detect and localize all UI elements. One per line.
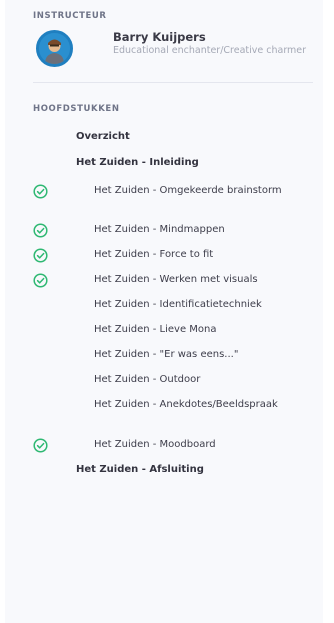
lesson-label: Het Zuiden - Anekdotes/Beeldspraak (94, 399, 278, 410)
check-circle-icon (33, 248, 48, 263)
lesson-label: Het Zuiden - Force to fit (94, 249, 214, 260)
instructor-name: Barry Kuijpers (113, 30, 206, 44)
instructor-avatar (36, 30, 73, 67)
overview-link[interactable]: Overzicht (76, 131, 130, 142)
instructor-role: Educational enchanter/Creative charmer (113, 45, 307, 56)
lesson-label: Het Zuiden - Omgekeerde brainstorm (94, 185, 282, 196)
lesson-label: Het Zuiden - Lieve Mona (94, 324, 217, 335)
person-icon (39, 33, 70, 64)
lesson-label: Het Zuiden - Werken met visuals (94, 274, 258, 285)
check-circle-icon (33, 223, 48, 238)
closing-chapter-link[interactable]: Het Zuiden - Afsluiting (76, 464, 204, 475)
course-sidebar: INSTRUCTEUR Barry Kuijpers Educational e… (5, 0, 323, 623)
check-circle-icon (33, 184, 48, 199)
intro-chapter-link[interactable]: Het Zuiden - Inleiding (76, 157, 199, 168)
lesson-label: Het Zuiden - Identificatietechniek (94, 299, 262, 310)
chapters-section-label: HOOFDSTUKKEN (33, 104, 120, 114)
instructor-section-label: INSTRUCTEUR (33, 11, 107, 21)
lesson-label: Het Zuiden - "Er was eens..." (94, 349, 239, 360)
lesson-label: Het Zuiden - Outdoor (94, 374, 201, 385)
check-circle-icon (33, 273, 48, 288)
check-circle-icon (33, 438, 48, 453)
divider (33, 82, 313, 83)
lesson-label: Het Zuiden - Mindmappen (94, 224, 225, 235)
lesson-label: Het Zuiden - Moodboard (94, 439, 216, 450)
